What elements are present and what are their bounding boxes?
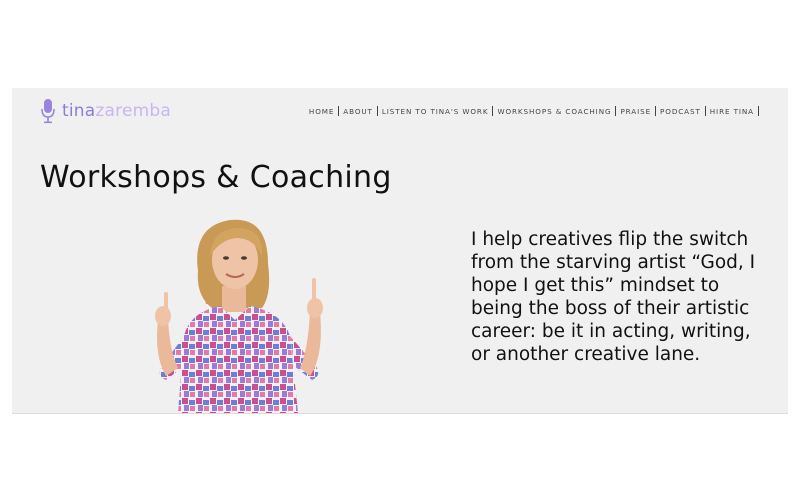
nav-praise[interactable]: PRAISE <box>620 107 651 116</box>
intro-text: I help creatives flip the switch from th… <box>471 229 756 365</box>
main-nav: HOME ABOUT LISTEN TO TINA'S WORK WORKSHO… <box>309 106 763 116</box>
microphone-icon <box>41 99 55 124</box>
nav-hire[interactable]: HIRE TINA <box>710 107 754 116</box>
nav-separator <box>615 106 617 116</box>
nav-separator <box>758 106 759 116</box>
logo-text-last: zaremba <box>95 101 171 121</box>
page-title: Workshops & Coaching <box>40 160 392 195</box>
nav-separator <box>704 106 706 116</box>
nav-about[interactable]: ABOUT <box>343 107 373 116</box>
logo-text-first: tina <box>62 101 96 121</box>
nav-home[interactable]: HOME <box>309 107 334 116</box>
nav-separator <box>338 106 340 116</box>
nav-listen[interactable]: LISTEN TO TINA'S WORK <box>382 107 489 116</box>
nav-podcast[interactable]: PODCAST <box>660 107 701 116</box>
site-logo[interactable]: tina zaremba <box>40 99 171 124</box>
nav-separator <box>376 106 378 116</box>
nav-separator <box>655 106 657 116</box>
nav-workshops[interactable]: WORKSHOPS & COACHING <box>497 107 611 116</box>
hero-panel: tina zaremba HOME ABOUT LISTEN TO TINA'S … <box>12 88 788 414</box>
portrait-image <box>155 219 323 413</box>
nav-separator <box>492 106 494 116</box>
